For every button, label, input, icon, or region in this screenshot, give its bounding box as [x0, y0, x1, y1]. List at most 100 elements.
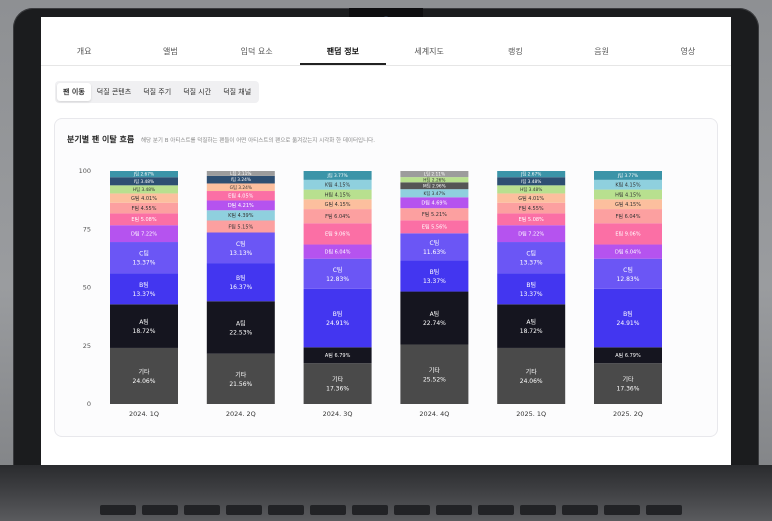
segment-label: E팀 4.05%	[228, 193, 253, 200]
keyboard-key	[226, 505, 262, 515]
segment-name-label: A팀	[430, 310, 440, 318]
x-category-label: 2024. 2Q	[226, 410, 256, 418]
subtab-2[interactable]: 덕질 주기	[137, 83, 177, 101]
x-category-label: 2025. 1Q	[516, 410, 546, 418]
segment-value-label: 12.83%	[617, 276, 640, 283]
segment-label: J팀 2.67%	[520, 171, 541, 178]
sub-tabs: 팬 이동 덕질 콘텐츠 덕질 주기 덕질 시간 덕질 채널	[55, 81, 260, 103]
segment-label: I팀 3.24%	[231, 176, 251, 183]
segment-value-label: 22.74%	[423, 320, 446, 327]
segment-label: D팀 4.21%	[228, 202, 254, 209]
keyboard-key	[100, 505, 136, 515]
x-category-label: 2024. 1Q	[129, 410, 159, 418]
segment-label: F팀 4.55%	[519, 205, 544, 212]
tab-6[interactable]: 음원	[559, 41, 645, 65]
segment-name-label: C팀	[139, 250, 149, 258]
segment-label: J팀 3.77%	[617, 172, 638, 179]
tab-1[interactable]: 앨범	[127, 41, 213, 65]
segment-value-label: 18.72%	[133, 328, 156, 335]
segment-value-label: 24.06%	[133, 378, 156, 385]
segment-label: E팀 5.08%	[131, 216, 156, 223]
segment-value-label: 22.53%	[229, 330, 252, 337]
segment-name-label: B팀	[236, 274, 246, 282]
tab-4[interactable]: 세계지도	[386, 41, 472, 65]
y-tick-label: 100	[79, 167, 91, 175]
y-tick-label: 25	[83, 342, 91, 350]
segment-label: H팀 3.48%	[133, 186, 155, 193]
chart-card: 분기별 팬 이탈 흐름 해당 분기 B 아티스트를 덕질하는 팬들이 어떤 아티…	[54, 118, 718, 437]
segment-name-label: 기타	[526, 368, 538, 376]
segment-value-label: 16.37%	[229, 284, 252, 291]
y-tick-label: 75	[83, 225, 91, 233]
segment-label: G팀 4.01%	[518, 195, 544, 202]
segment-label: D팀 7.22%	[518, 230, 544, 237]
subtab-4[interactable]: 덕질 채널	[217, 83, 257, 101]
segment-label: H팀 4.15%	[615, 191, 641, 198]
segment-label: K팀 4.39%	[228, 212, 254, 219]
keyboard-key	[646, 505, 682, 515]
segment-name-label: A팀	[236, 320, 246, 328]
x-category-label: 2024. 3Q	[323, 410, 353, 418]
segment-value-label: 13.13%	[229, 250, 252, 257]
keyboard-key	[562, 505, 598, 515]
segment-name-label: C팀	[430, 239, 440, 247]
keyboard-key	[394, 505, 430, 515]
segment-name-label: 기타	[235, 371, 247, 379]
keyboard-key	[142, 505, 178, 515]
stacked-bar-chart: 0 25 50 75 100 기타 24.06% A팀 18.72% B팀 13.37% C팀 13.3…	[79, 167, 662, 418]
segment-label: D팀 6.04%	[325, 248, 351, 255]
subtab-3[interactable]: 덕질 시간	[177, 83, 217, 101]
screen: 개요 앨범 입덕 요소 팬덤 정보 세계지도 랭킹 음원 영상 팬 이동 덕질 콘텐츠 덕질 주기…	[41, 17, 731, 465]
segment-label: H팀 4.15%	[325, 191, 351, 198]
segment-value-label: 17.36%	[326, 386, 349, 393]
tab-3[interactable]: 팬덤 정보	[299, 41, 386, 65]
segment-value-label: 13.37%	[423, 278, 446, 285]
segment-label: H팀 3.48%	[520, 186, 542, 193]
segment-name-label: C팀	[333, 266, 343, 274]
segment-value-label: 24.06%	[520, 378, 543, 385]
segment-label: I팀 3.48%	[134, 178, 154, 185]
subtab-1[interactable]: 덕질 콘텐츠	[91, 83, 137, 101]
keyboard-key	[184, 505, 220, 515]
keyboard-key	[478, 505, 514, 515]
segment-name-label: A팀	[526, 318, 536, 326]
segment-label: K팀 3.47%	[424, 190, 446, 197]
tab-5[interactable]: 랭킹	[472, 41, 558, 65]
segment-label: L팀 2.11%	[424, 171, 445, 178]
segment-label: E팀 5.56%	[422, 224, 447, 231]
segment-label: F팀 6.04%	[616, 213, 641, 220]
segment-label: J팀 2.67%	[133, 171, 154, 178]
segment-value-label: 13.37%	[133, 291, 156, 298]
segment-label: I팀 3.48%	[521, 178, 541, 185]
segment-label: F팀 5.21%	[422, 211, 447, 218]
subtab-0[interactable]: 팬 이동	[57, 83, 91, 101]
keyboard-key	[520, 505, 556, 515]
tab-2[interactable]: 입덕 요소	[214, 41, 300, 65]
keyboard-key	[352, 505, 388, 515]
segment-label: G팀 4.01%	[131, 195, 157, 202]
segment-name-label: B팀	[623, 310, 633, 318]
segment-name-label: B팀	[430, 268, 440, 276]
segment-name-label: C팀	[623, 266, 633, 274]
segment-label: D팀 4.69%	[421, 200, 447, 207]
segment-label: K팀 4.15%	[615, 182, 641, 189]
segment-name-label: A팀	[139, 318, 149, 326]
segment-label: M팀 2.96%	[423, 182, 446, 189]
segment-value-label: 18.72%	[520, 328, 543, 335]
y-tick-label: 0	[87, 400, 91, 408]
segment-label: K팀 4.15%	[325, 182, 351, 189]
segment-label: E팀 5.08%	[519, 216, 544, 223]
segment-label: J팀 3.77%	[326, 172, 347, 179]
segment-label: A팀 6.79%	[325, 352, 351, 359]
segment-name-label: 기타	[429, 366, 441, 374]
tab-7[interactable]: 영상	[645, 41, 731, 65]
segment-label: G팀 4.15%	[615, 201, 641, 208]
segment-value-label: 24.91%	[617, 320, 640, 327]
segment-value-label: 13.37%	[133, 260, 156, 267]
segment-name-label: 기타	[332, 376, 344, 384]
tab-0[interactable]: 개요	[41, 41, 127, 65]
segment-label: F팀 6.04%	[325, 213, 350, 220]
main-tabs: 개요 앨범 입덕 요소 팬덤 정보 세계지도 랭킹 음원 영상	[41, 41, 731, 66]
segment-label: E팀 9.06%	[615, 231, 640, 238]
segment-label: D팀 6.04%	[615, 248, 641, 255]
